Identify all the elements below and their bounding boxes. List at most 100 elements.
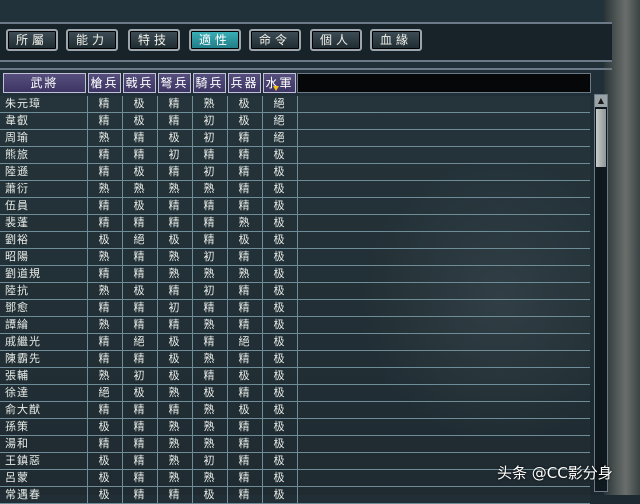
row-filler — [297, 351, 591, 367]
aptitude-cell: 极 — [122, 164, 155, 180]
aptitude-cell: 精 — [227, 453, 260, 469]
aptitude-cell: 精 — [227, 487, 260, 503]
table-row[interactable]: 湯和精精熟熟精极 — [0, 436, 590, 453]
aptitude-cell: 极 — [262, 351, 295, 367]
table-row[interactable]: 劉裕极絕极精极极 — [0, 232, 590, 249]
aptitude-cell: 极 — [122, 283, 155, 299]
tab-lineage[interactable]: 血緣 — [370, 29, 422, 51]
aptitude-cell: 极 — [262, 487, 295, 503]
table-row[interactable]: 鄧愈精精初精精极 — [0, 300, 590, 317]
aptitude-cell: 极 — [262, 402, 295, 418]
aptitude-cell: 精 — [157, 113, 190, 129]
aptitude-cell: 精 — [157, 215, 190, 231]
table-row[interactable]: 戚繼光精絕极精絕极 — [0, 334, 590, 351]
table-row[interactable]: 孫策极精熟熟精极 — [0, 419, 590, 436]
table-row[interactable]: 張輔熟初极精极极 — [0, 368, 590, 385]
aptitude-cell: 精 — [227, 351, 260, 367]
tab-personal[interactable]: 個人 — [310, 29, 362, 51]
table-row[interactable]: 熊旅精精初精精极 — [0, 147, 590, 164]
aptitude-cell: 初 — [192, 453, 225, 469]
table-row[interactable]: 陸抗熟极精初精极 — [0, 283, 590, 300]
aptitude-cell: 絕 — [122, 334, 155, 350]
aptitude-cell: 极 — [87, 470, 120, 486]
column-header-siege[interactable]: 兵器 — [228, 73, 261, 93]
table-row[interactable]: 陳霸先精精极熟精极 — [0, 351, 590, 368]
row-filler — [297, 215, 591, 231]
table-row[interactable]: 裴蓬精精精精熟极 — [0, 215, 590, 232]
table-row[interactable]: 周瑜熟精极初精絕 — [0, 130, 590, 147]
aptitude-cell: 极 — [262, 334, 295, 350]
tab-affiliation[interactable]: 所屬 — [6, 29, 58, 51]
aptitude-cell: 极 — [87, 487, 120, 503]
table-row[interactable]: 常遇春极精精极精极 — [0, 487, 590, 504]
row-filler — [297, 181, 591, 197]
row-filler — [297, 487, 591, 503]
watermark: 头条 @CC影分身 — [497, 464, 613, 482]
table-row[interactable]: 徐達絕极熟极精极 — [0, 385, 590, 402]
aptitude-cell: 熟 — [157, 385, 190, 401]
column-header-halberd[interactable]: 戟兵 — [123, 73, 156, 93]
aptitude-cell: 精 — [192, 198, 225, 214]
aptitude-cell: 絕 — [87, 385, 120, 401]
vertical-scrollbar[interactable]: ▲ — [594, 94, 608, 492]
table-row[interactable]: 譚綸熟精精熟精极 — [0, 317, 590, 334]
column-header-officer[interactable]: 武將 — [3, 73, 86, 93]
officer-name: 鄧愈 — [5, 301, 29, 314]
aptitude-cell: 精 — [122, 487, 155, 503]
aptitude-cell: 精 — [87, 300, 120, 316]
aptitude-cell: 精 — [87, 402, 120, 418]
table-row[interactable]: 蕭衍熟熟熟熟精极 — [0, 181, 590, 198]
column-header-cavalry[interactable]: 騎兵 — [193, 73, 226, 93]
aptitude-cell: 熟 — [157, 453, 190, 469]
aptitude-cell: 极 — [157, 351, 190, 367]
row-filler — [297, 385, 591, 401]
aptitude-cell: 精 — [192, 300, 225, 316]
table-row[interactable]: 俞大猷精精精熟极极 — [0, 402, 590, 419]
aptitude-cell: 精 — [122, 249, 155, 265]
aptitude-cell: 精 — [122, 419, 155, 435]
row-filler — [297, 419, 591, 435]
aptitude-cell: 极 — [157, 130, 190, 146]
aptitude-cell: 熟 — [192, 96, 225, 112]
aptitude-cell: 熟 — [192, 317, 225, 333]
table-row[interactable]: 朱元璋精极精熟极絕 — [0, 96, 590, 113]
aptitude-cell: 精 — [122, 147, 155, 163]
scroll-up-arrow-icon[interactable]: ▲ — [595, 95, 607, 107]
aptitude-cell: 精 — [87, 147, 120, 163]
tab-aptitude[interactable]: 適性 — [189, 29, 241, 51]
table-row[interactable]: 昭陽熟精熟初精极 — [0, 249, 590, 266]
tab-skill[interactable]: 特技 — [128, 29, 180, 51]
aptitude-cell: 熟 — [192, 402, 225, 418]
aptitude-cell: 精 — [122, 351, 155, 367]
aptitude-cell: 极 — [87, 232, 120, 248]
aptitude-cell: 极 — [262, 453, 295, 469]
aptitude-cell: 精 — [227, 470, 260, 486]
table-row[interactable]: 伍員精极精精精极 — [0, 198, 590, 215]
table-row[interactable]: 劉道規精精熟熟熟极 — [0, 266, 590, 283]
officer-name: 陸抗 — [5, 284, 29, 297]
aptitude-cell: 熟 — [87, 249, 120, 265]
aptitude-cell: 极 — [262, 215, 295, 231]
tab-ability[interactable]: 能力 — [66, 29, 118, 51]
tab-command[interactable]: 命令 — [249, 29, 301, 51]
column-header-crossbow[interactable]: 弩兵 — [158, 73, 191, 93]
column-header-spear[interactable]: 槍兵 — [88, 73, 121, 93]
aptitude-cell: 极 — [262, 283, 295, 299]
aptitude-cell: 精 — [227, 164, 260, 180]
aptitude-cell: 熟 — [227, 215, 260, 231]
row-filler — [297, 198, 591, 214]
aptitude-cell: 精 — [122, 317, 155, 333]
aptitude-cell: 极 — [157, 232, 190, 248]
column-header-navy[interactable]: 水軍 — [263, 73, 296, 93]
aptitude-cell: 精 — [227, 130, 260, 146]
officer-name: 呂蒙 — [5, 471, 29, 484]
aptitude-cell: 初 — [157, 300, 190, 316]
table-row[interactable]: 韋叡精极精初极絕 — [0, 113, 590, 130]
aptitude-cell: 精 — [227, 198, 260, 214]
scroll-thumb[interactable] — [596, 109, 606, 167]
table-body: 朱元璋精极精熟极絕韋叡精极精初极絕周瑜熟精极初精絕熊旅精精初精精极陸遜精极精初精… — [0, 96, 590, 504]
aptitude-cell: 极 — [262, 164, 295, 180]
row-filler — [297, 249, 591, 265]
row-filler — [297, 334, 591, 350]
table-row[interactable]: 陸遜精极精初精极 — [0, 164, 590, 181]
